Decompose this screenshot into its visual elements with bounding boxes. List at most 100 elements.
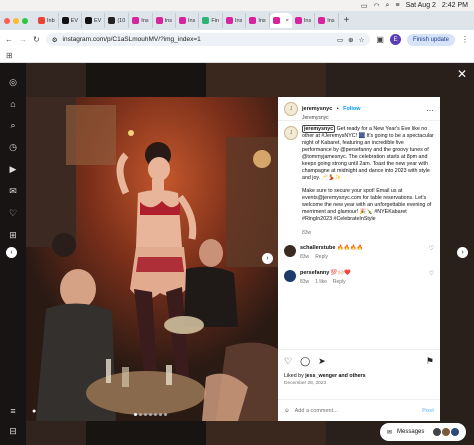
- caption-paragraph-1: Get ready for a New Year's Eve like no o…: [302, 126, 434, 181]
- more-menu-icon[interactable]: ≡: [10, 406, 15, 416]
- caption-username[interactable]: jeremysnyc: [302, 125, 336, 133]
- address-bar[interactable]: ⚙ instagram.com/p/C1aSLmouhMV/?img_index…: [45, 33, 371, 46]
- meta-threads-icon[interactable]: ⊟: [9, 426, 17, 437]
- site-info-icon[interactable]: ⚙: [52, 36, 58, 44]
- like-comment-icon[interactable]: ♡: [429, 270, 434, 277]
- post-comment-button[interactable]: Post: [422, 408, 434, 414]
- next-image-icon[interactable]: ›: [262, 253, 273, 264]
- extensions-icon[interactable]: ▣: [376, 35, 384, 44]
- tabs-list: Inb EV EV (10 Ins Ins Ins Fin Ins Ins × Ins Ins: [35, 13, 339, 28]
- messenger-icon[interactable]: ✉: [9, 186, 17, 197]
- post-header: J jeremysnyc • Follow Jeremysnyc …: [278, 97, 440, 121]
- cast-icon[interactable]: ▭: [337, 36, 343, 44]
- browser-tab[interactable]: EV: [59, 13, 82, 28]
- commenter-username[interactable]: schallerstube: [300, 245, 335, 251]
- reels-icon[interactable]: ▶: [10, 164, 17, 175]
- like-comment-icon[interactable]: ♡: [429, 245, 434, 252]
- save-icon[interactable]: ⚑: [426, 356, 434, 367]
- profile-avatar[interactable]: E: [389, 34, 401, 45]
- browser-tab[interactable]: Inb: [35, 13, 59, 28]
- emoji-icon[interactable]: ☺: [284, 408, 290, 414]
- explore-icon[interactable]: ◷: [9, 142, 17, 153]
- tagged-user-icon[interactable]: ●: [32, 408, 36, 415]
- like-icon[interactable]: ♡: [284, 356, 292, 367]
- reply-button[interactable]: Reply: [333, 279, 346, 286]
- more-options-icon[interactable]: …: [426, 104, 434, 113]
- finish-update-button[interactable]: Finish update: [406, 33, 455, 46]
- liked-by-others[interactable]: and others: [337, 373, 365, 379]
- wifi-icon[interactable]: ◠: [373, 2, 379, 10]
- commenter-avatar[interactable]: [284, 245, 296, 257]
- commenter-avatar[interactable]: [284, 270, 296, 282]
- close-tab-icon[interactable]: ×: [286, 18, 289, 24]
- author-avatar[interactable]: J: [284, 101, 298, 116]
- browser-tab[interactable]: Ins: [315, 13, 339, 28]
- post-photo[interactable]: › ●: [26, 97, 278, 421]
- separator-dot: •: [336, 105, 339, 112]
- comment-input[interactable]: Add a comment...: [295, 408, 338, 414]
- notifications-heart-icon[interactable]: ♡: [9, 208, 17, 219]
- new-tab-button[interactable]: +: [344, 15, 350, 26]
- tab-strip: Inb EV EV (10 Ins Ins Ins Fin Ins Ins × Ins Ins +: [0, 11, 474, 30]
- zoom-window-button[interactable]: [22, 17, 28, 24]
- minimize-window-button[interactable]: [13, 17, 19, 24]
- next-post-icon[interactable]: ›: [457, 247, 468, 258]
- window-controls: [4, 17, 28, 24]
- url-text[interactable]: instagram.com/p/C1aSLmouhMV/?img_index=1: [63, 36, 201, 43]
- carousel-dot: [159, 413, 162, 416]
- comment-likes[interactable]: 1 like: [315, 279, 327, 286]
- battery-icon[interactable]: ▭: [361, 2, 368, 10]
- menu-icon[interactable]: ⋮: [461, 35, 469, 44]
- browser-tab[interactable]: Ins: [246, 13, 270, 28]
- reply-button[interactable]: Reply: [315, 254, 328, 261]
- tab-favicon-icon: [108, 17, 116, 24]
- carousel-dot: [149, 413, 152, 416]
- browser-tab[interactable]: Ins: [129, 13, 153, 28]
- reload-icon[interactable]: ↻: [33, 35, 40, 44]
- post-modal: › ● J jeremysnyc • Follow Jeremysnyc … J…: [26, 97, 440, 421]
- browser-tab[interactable]: Fin: [199, 13, 223, 28]
- tab-favicon-icon: [225, 17, 233, 24]
- browser-tab[interactable]: Ins: [176, 13, 200, 28]
- share-icon[interactable]: ➤: [318, 356, 326, 367]
- tab-label: EV: [94, 17, 102, 24]
- control-center-icon[interactable]: ≡: [395, 2, 399, 9]
- instagram-logo-icon[interactable]: ◎: [9, 77, 17, 88]
- forward-icon[interactable]: →: [19, 35, 27, 44]
- browser-tab[interactable]: (10: [105, 13, 130, 28]
- create-icon[interactable]: ⊞: [9, 230, 17, 241]
- browser-tab[interactable]: Ins: [153, 13, 176, 28]
- home-icon[interactable]: ⌂: [10, 99, 15, 109]
- browser-tab[interactable]: Ins: [292, 13, 316, 28]
- browser-tab[interactable]: ×: [269, 13, 292, 28]
- comment-age: 83w: [300, 254, 310, 260]
- performer-photo: [26, 97, 278, 421]
- author-username[interactable]: jeremysnyc: [302, 106, 332, 112]
- tab-favicon-icon: [178, 17, 186, 24]
- commenter-username[interactable]: persefanny: [300, 270, 329, 276]
- previous-post-icon[interactable]: ‹: [6, 247, 17, 258]
- back-icon[interactable]: ←: [5, 35, 13, 44]
- browser-tab[interactable]: EV: [82, 13, 106, 28]
- caption-avatar[interactable]: J: [284, 126, 298, 140]
- tab-label: Ins: [327, 17, 335, 24]
- comment-icon[interactable]: ◯: [300, 356, 310, 367]
- apps-grid-icon[interactable]: ⊞: [6, 51, 13, 60]
- messages-bar[interactable]: ✉ Messages: [380, 423, 466, 441]
- browser-tab[interactable]: Ins: [223, 13, 247, 28]
- menubar-date: Sat Aug 2: [405, 2, 436, 9]
- close-icon[interactable]: ✕: [457, 67, 467, 81]
- carousel-dot: [154, 413, 157, 416]
- follow-button[interactable]: Follow: [343, 106, 360, 112]
- bookmark-star-icon[interactable]: ☆: [359, 36, 365, 44]
- avatar: [442, 428, 450, 436]
- search-icon[interactable]: ⌕: [386, 2, 390, 10]
- tab-label: Fin: [211, 17, 219, 24]
- search-icon[interactable]: ⌕: [10, 120, 15, 131]
- liked-by-user[interactable]: jess_wenger: [305, 373, 337, 379]
- zoom-icon[interactable]: ⊕: [348, 36, 353, 44]
- tab-favicon-icon: [38, 17, 45, 24]
- close-window-button[interactable]: [4, 17, 10, 24]
- tab-label: Inb: [47, 17, 55, 24]
- post-date[interactable]: December 28, 2023: [284, 381, 434, 386]
